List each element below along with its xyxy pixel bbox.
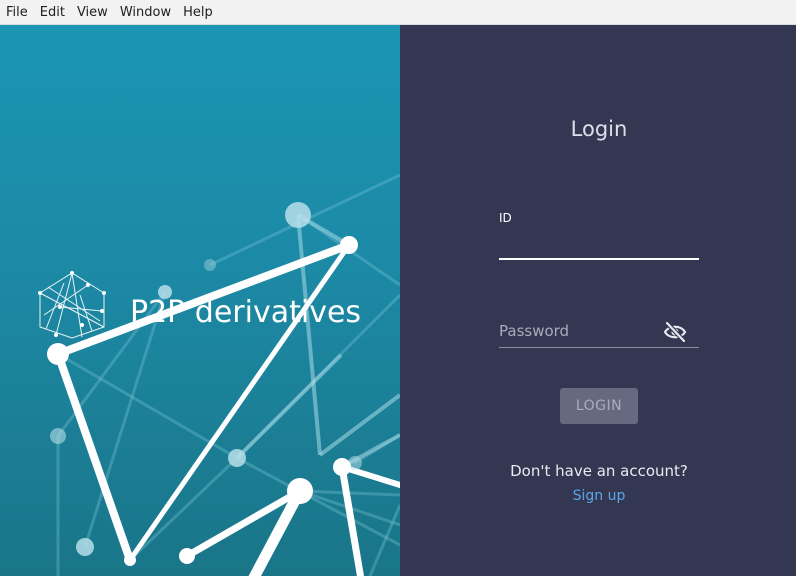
- login-button[interactable]: LOGIN: [560, 388, 638, 424]
- password-underline: [499, 347, 699, 348]
- menu-window[interactable]: Window: [114, 0, 177, 25]
- id-input[interactable]: [499, 231, 699, 255]
- login-panel: Login ID LOGIN Don't have an account? Si…: [400, 25, 796, 576]
- id-field: ID: [499, 203, 699, 261]
- network-graphic: P2P derivatives: [38, 173, 400, 576]
- id-label: ID: [499, 211, 512, 225]
- password-input[interactable]: [499, 319, 659, 343]
- logo-mark: [39, 272, 105, 339]
- no-account-text: Don't have an account?: [510, 462, 688, 480]
- brand-panel: P2P derivatives: [0, 25, 400, 576]
- menu-edit[interactable]: Edit: [34, 0, 71, 25]
- signup-link[interactable]: Sign up: [400, 488, 796, 504]
- menu-view[interactable]: View: [71, 0, 114, 25]
- menu-file[interactable]: File: [0, 0, 34, 25]
- login-title: Login: [570, 117, 628, 141]
- menu-bar: File Edit View Window Help: [0, 0, 796, 25]
- logo-text: P2P derivatives: [130, 295, 361, 330]
- id-underline: [499, 258, 699, 260]
- password-field: [499, 315, 699, 349]
- eye-off-icon[interactable]: [663, 321, 687, 343]
- menu-help[interactable]: Help: [177, 0, 219, 25]
